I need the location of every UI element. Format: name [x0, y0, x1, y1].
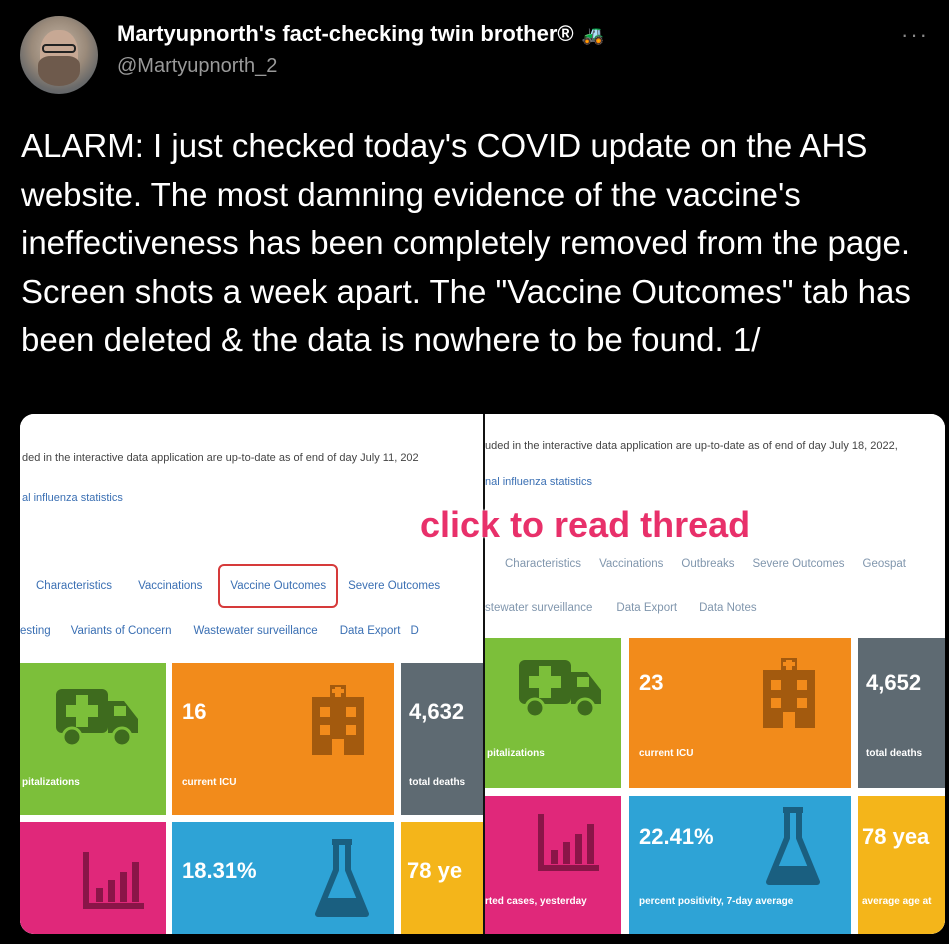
- age-label: average age at: [862, 896, 932, 907]
- positivity-value: 22.41%: [639, 824, 714, 849]
- tab-characteristics[interactable]: Characteristics: [505, 558, 581, 570]
- tile-current-icu: 16 current ICU: [172, 663, 394, 815]
- hospitalizations-label: pitalizations: [22, 777, 80, 788]
- tweet-media-image[interactable]: ded in the interactive data application …: [20, 414, 945, 934]
- tile-cases: rted cases, yesterday: [485, 796, 621, 934]
- tab-data-export[interactable]: Data Export: [340, 625, 401, 637]
- tab-data-export[interactable]: Data Export: [616, 602, 677, 614]
- age-value: 78 yea: [862, 824, 930, 849]
- data-date-text: uded in the interactive data application…: [485, 440, 898, 452]
- more-options-button[interactable]: ···: [901, 22, 929, 48]
- tractor-icon: 🚜: [581, 25, 605, 45]
- tweet-text: ALARM: I just checked today's COVID upda…: [21, 127, 911, 358]
- tile-percent-positivity: 22.41% percent positivity, 7-day average: [629, 796, 851, 934]
- deaths-value: 4,652: [866, 670, 922, 695]
- avatar-beard: [38, 56, 80, 86]
- click-to-read-thread-overlay[interactable]: click to read thread: [420, 504, 750, 546]
- icu-label: current ICU: [639, 748, 694, 759]
- tab-outbreaks[interactable]: Outbreaks: [681, 558, 734, 570]
- tile-hospitalizations: pitalizations: [485, 638, 621, 788]
- tile-hospitalizations: pitalizations: [20, 663, 166, 815]
- avatar-glasses: [42, 44, 76, 53]
- author-avatar[interactable]: [20, 16, 98, 94]
- deaths-label: total deaths: [409, 777, 466, 788]
- positivity-value: 18.31%: [182, 858, 257, 883]
- ambulance-icon: [56, 689, 138, 748]
- positivity-label: percent positivity, 7-day average: [639, 896, 794, 907]
- tab-wastewater[interactable]: stewater surveillance: [485, 602, 592, 614]
- hospital-icon: [763, 658, 815, 728]
- flask-icon: [766, 807, 820, 885]
- author-handle[interactable]: @Martyupnorth_2: [117, 55, 277, 78]
- right-screenshot: uded in the interactive data application…: [485, 414, 945, 934]
- icu-value: 16: [182, 699, 207, 724]
- tab-variants[interactable]: Variants of Concern: [71, 625, 172, 637]
- tile-current-icu: 23 current ICU: [629, 638, 851, 788]
- hospital-icon: [312, 685, 364, 755]
- author-name-text: Martyupnorth's fact-checking twin brothe…: [117, 21, 574, 46]
- tile-average-age: 78 yea average age at: [858, 796, 945, 934]
- icu-label: current ICU: [182, 777, 237, 788]
- deaths-value: 4,632: [409, 699, 465, 724]
- flask-icon: [315, 839, 369, 917]
- hospitalizations-label: pitalizations: [487, 748, 545, 759]
- tab-severe-outcomes[interactable]: Severe Outcomes: [752, 558, 844, 570]
- tab-vaccinations[interactable]: Vaccinations: [138, 580, 202, 592]
- tab-characteristics[interactable]: Characteristics: [36, 580, 112, 592]
- tab-testing[interactable]: esting: [20, 625, 51, 637]
- author-name[interactable]: Martyupnorth's fact-checking twin brothe…: [117, 21, 604, 47]
- tile-total-deaths: 4,632 total deaths: [401, 663, 483, 815]
- tab-vaccine-outcomes[interactable]: Vaccine Outcomes: [218, 564, 339, 608]
- tab-wastewater[interactable]: Wastewater surveillance: [193, 625, 317, 637]
- left-screenshot: ded in the interactive data application …: [20, 414, 483, 934]
- tab-geospatial[interactable]: Geospat: [863, 558, 906, 570]
- tab-vaccinations[interactable]: Vaccinations: [599, 558, 663, 570]
- bar-chart-icon: [83, 852, 144, 909]
- influenza-link[interactable]: nal influenza statistics: [485, 476, 592, 488]
- tab-data-notes[interactable]: Data Notes: [699, 602, 757, 614]
- tabs-row-2: esting Variants of Concern Wastewater su…: [20, 625, 419, 637]
- bar-chart-icon: [538, 814, 599, 871]
- data-date-text: ded in the interactive data application …: [22, 452, 419, 464]
- tabs-row-1: Characteristics Vaccinations Vaccine Out…: [36, 564, 440, 608]
- tile-average-age: 78 ye: [401, 822, 483, 934]
- tabs-row-2: stewater surveillance Data Export Data N…: [485, 602, 757, 614]
- tile-cases: [20, 822, 166, 934]
- icu-value: 23: [639, 670, 664, 695]
- deaths-label: total deaths: [866, 748, 923, 759]
- ambulance-icon: [519, 660, 601, 719]
- tab-severe-outcomes[interactable]: Severe Outcomes: [348, 580, 440, 592]
- cases-label: rted cases, yesterday: [485, 896, 587, 907]
- tile-total-deaths: 4,652 total deaths: [858, 638, 945, 788]
- influenza-link[interactable]: al influenza statistics: [22, 492, 123, 504]
- tabs-row-1: Characteristics Vaccinations Outbreaks S…: [505, 558, 906, 570]
- tile-percent-positivity: 18.31%: [172, 822, 394, 934]
- tab-cutoff[interactable]: D: [410, 625, 418, 637]
- age-value: 78 ye: [407, 858, 463, 883]
